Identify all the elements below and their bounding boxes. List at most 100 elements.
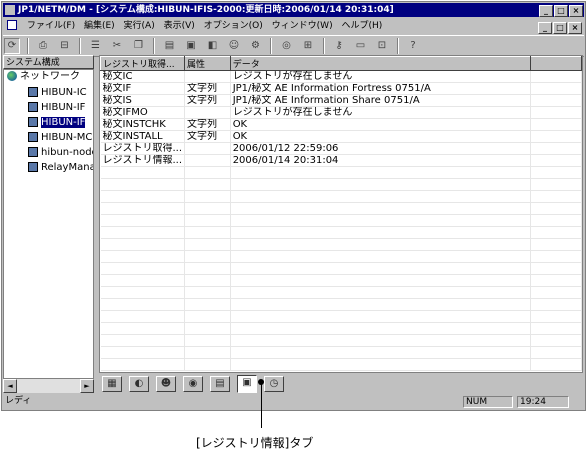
menu-view[interactable]: 表示(V) — [161, 18, 198, 34]
properties-icon[interactable]: ◧ — [205, 38, 221, 54]
user-info-tab[interactable]: ☻ — [156, 376, 176, 392]
menu-edit[interactable]: 編集(E) — [81, 18, 118, 34]
table-row[interactable]: 秘文INSTALL 文字列 OK — [100, 130, 582, 143]
registry-tab-icon: ▣ — [242, 377, 252, 388]
empty-cell — [230, 334, 531, 347]
help-icon[interactable]: ? — [405, 38, 421, 54]
menu-run[interactable]: 実行(A) — [121, 18, 158, 34]
network-tab[interactable]: ◉ — [183, 376, 203, 392]
empty-cell — [230, 166, 531, 179]
document-tab[interactable]: ▤ — [210, 376, 230, 392]
empty-cell — [230, 286, 531, 299]
computer-icon — [28, 87, 38, 97]
empty-row — [100, 310, 582, 323]
cut-icon[interactable]: ✂ — [109, 38, 125, 54]
history-tab[interactable]: ◷ — [264, 376, 284, 392]
empty-cell — [230, 190, 531, 203]
empty-cell — [100, 358, 186, 371]
tree-node-selected[interactable]: HIBUN-IF — [28, 117, 86, 129]
table-row[interactable]: 秘文IC レジストリが存在しません — [100, 70, 582, 83]
empty-cell — [530, 250, 582, 263]
scroll-left-button[interactable]: ◄ — [3, 379, 17, 393]
empty-cell — [530, 310, 582, 323]
status-time: 19:24 — [517, 396, 569, 408]
empty-cell — [100, 286, 186, 299]
status-num: NUM — [463, 396, 513, 408]
cell-data: JP1/秘文 AE Information Fortress 0751/A — [230, 82, 531, 95]
table-row[interactable]: 秘文IFMO レジストリが存在しません — [100, 106, 582, 119]
target-icon[interactable]: ◎ — [279, 38, 295, 54]
network-icon[interactable]: ⊞ — [300, 38, 316, 54]
tree-horizontal-scrollbar[interactable]: ◄ ► — [3, 379, 94, 393]
toolbar-separator — [79, 38, 81, 54]
mdi-restore-button[interactable]: □ — [553, 22, 567, 34]
copy-icon[interactable]: ❐ — [131, 38, 147, 54]
menu-help[interactable]: ヘルプ(H) — [338, 18, 385, 34]
maximize-button[interactable]: □ — [554, 5, 568, 17]
tree-node[interactable]: HIBUN-IF — [28, 102, 85, 114]
column-header-attribute[interactable]: 属性 — [184, 56, 231, 71]
key-icon[interactable]: ⚷ — [331, 38, 347, 54]
document-icon[interactable] — [7, 20, 17, 30]
paste-icon[interactable]: ▤ — [162, 38, 178, 54]
menu-file[interactable]: ファイル(F) — [24, 18, 78, 34]
refresh-icon[interactable]: ⟳ — [4, 38, 20, 54]
tile-icon[interactable]: ⊡ — [374, 38, 390, 54]
tree-node-network[interactable]: ネットワーク — [7, 71, 80, 83]
empty-row — [100, 166, 582, 179]
menu-option[interactable]: オプション(O) — [201, 18, 266, 34]
mdi-close-button[interactable]: × — [568, 22, 582, 34]
empty-cell — [100, 310, 186, 323]
tree-node-label: HIBUN-IC — [41, 87, 87, 98]
cell-attribute — [184, 142, 231, 155]
empty-cell — [530, 274, 582, 287]
empty-cell — [230, 250, 531, 263]
mdi-minimize-button[interactable]: _ — [538, 22, 552, 34]
tree-node[interactable]: RelayManager — [28, 162, 93, 174]
toolbar-separator — [26, 38, 29, 54]
software-tab[interactable]: ◐ — [129, 376, 149, 392]
toolbar-separator — [396, 38, 399, 54]
scroll-right-button[interactable]: ► — [80, 379, 94, 393]
table-row[interactable]: 秘文INSTCHK 文字列 OK — [100, 118, 582, 131]
list-icon[interactable]: ☰ — [88, 38, 104, 54]
status-bar: レディ NUM 19:24 — [1, 395, 586, 409]
hardware-tab[interactable]: ▦ — [102, 376, 122, 392]
registry-info-tab[interactable]: ▣ — [237, 375, 257, 393]
tree-node-label: HIBUN-IF — [41, 117, 86, 128]
settings-icon[interactable]: ⚙ — [248, 38, 264, 54]
table-row[interactable]: レジストリ取得... 2006/01/12 22:59:06 — [100, 142, 582, 155]
status-ready: レディ — [5, 396, 32, 406]
empty-row — [100, 262, 582, 275]
title-bar[interactable]: JP1/NETM/DM - [システム構成:HIBUN-IFIS-2000:更新… — [3, 3, 584, 17]
empty-cell — [230, 202, 531, 215]
network-tab-icon: ◉ — [188, 378, 198, 389]
empty-cell — [184, 202, 231, 215]
menu-window[interactable]: ウィンドウ(W) — [269, 18, 336, 34]
table-row[interactable]: 秘文IS 文字列 JP1/秘文 AE Information Share 0751/… — [100, 94, 582, 107]
tree-node[interactable]: HIBUN-MC — [28, 132, 92, 144]
empty-row — [100, 274, 582, 287]
delete-icon[interactable]: ▣ — [183, 38, 199, 54]
column-header-data[interactable]: データ — [229, 56, 531, 71]
empty-cell — [530, 286, 582, 299]
globe-icon — [7, 71, 17, 81]
print-icon[interactable]: ⎙ — [35, 38, 51, 54]
column-header-name[interactable]: レジストリ取得... — [100, 56, 186, 71]
close-button[interactable]: × — [569, 5, 583, 17]
table-row[interactable]: 秘文IF 文字列 JP1/秘文 AE Information Fortress 07… — [100, 82, 582, 95]
empty-cell — [184, 346, 231, 359]
empty-cell — [530, 178, 582, 191]
user-icon[interactable]: ☺ — [226, 38, 242, 54]
tree-node[interactable]: hibun-nodes — [28, 147, 93, 159]
empty-row — [100, 346, 582, 359]
window-icon[interactable]: ▭ — [353, 38, 369, 54]
empty-cell — [230, 322, 531, 335]
print-preview-icon[interactable]: ⊟ — [57, 38, 73, 54]
minimize-button[interactable]: _ — [539, 5, 553, 17]
tree-node[interactable]: HIBUN-IC — [28, 87, 87, 99]
computer-icon — [28, 147, 38, 157]
table-header-row: レジストリ取得... 属性 データ — [100, 56, 582, 71]
table-row[interactable]: レジストリ情報... 2006/01/14 20:31:04 — [100, 154, 582, 167]
system-tree[interactable]: ネットワーク HIBUN-IC HIBUN-IF HIBUN-IF HIBUN-… — [3, 69, 94, 379]
